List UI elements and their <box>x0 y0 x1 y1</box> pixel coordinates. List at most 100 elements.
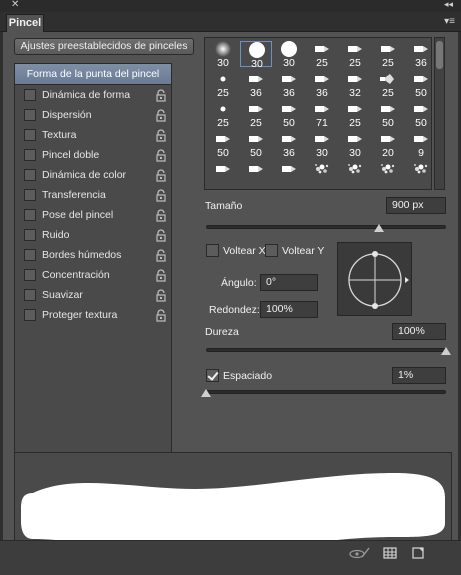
brush-tip-cell[interactable]: 30 <box>273 41 305 69</box>
list-header-brush-tip-shape[interactable]: Forma de la punta del pincel <box>15 64 171 85</box>
brush-tip-cell[interactable]: 30 <box>306 131 338 159</box>
brush-tip-cell[interactable]: 25 <box>207 101 239 129</box>
brush-tip-cell[interactable]: 50 <box>207 131 239 159</box>
brush-grid-scrollbar[interactable] <box>434 37 445 190</box>
brush-tip-cell[interactable]: 36 <box>405 41 431 69</box>
list-item[interactable]: Ruido <box>15 225 171 245</box>
flip-x-checkbox[interactable] <box>206 244 219 257</box>
brush-tip-cell[interactable]: 50 <box>405 71 431 99</box>
list-item-checkbox[interactable] <box>24 149 36 161</box>
lock-icon[interactable] <box>155 289 167 302</box>
list-item-checkbox[interactable] <box>24 129 36 141</box>
list-item-checkbox[interactable] <box>24 169 36 181</box>
brush-tip-cell[interactable]: 25 <box>339 101 371 129</box>
brush-tip-size: 32 <box>349 87 361 99</box>
hardness-field[interactable]: 100% <box>392 323 446 340</box>
list-item[interactable]: Pose del pincel <box>15 205 171 225</box>
brush-tip-cell[interactable]: 25 <box>306 41 338 69</box>
new-preset-icon[interactable] <box>411 547 425 559</box>
list-item[interactable]: Proteger textura <box>15 305 171 325</box>
spacing-slider-knob[interactable] <box>201 389 211 397</box>
brush-tip-cell[interactable]: 36 <box>273 71 305 99</box>
brush-tip-cell[interactable]: 30 <box>207 41 239 69</box>
lock-icon[interactable] <box>155 269 167 282</box>
brush-tip-cell[interactable]: 50 <box>405 101 431 129</box>
list-item[interactable]: Transferencia <box>15 185 171 205</box>
roundness-field[interactable]: 100% <box>260 301 318 318</box>
panel-menu-icon[interactable]: ▾≡ <box>444 16 455 27</box>
brush-tip-cell[interactable]: 25 <box>207 71 239 99</box>
list-item-checkbox[interactable] <box>24 109 36 121</box>
list-item-checkbox[interactable] <box>24 89 36 101</box>
brush-tip-cell[interactable]: 20 <box>372 131 404 159</box>
lock-icon[interactable] <box>155 249 167 262</box>
brush-tip-icon <box>273 41 305 57</box>
list-item-checkbox[interactable] <box>24 289 36 301</box>
list-item[interactable]: Dinámica de color <box>15 165 171 185</box>
list-item[interactable]: Pincel doble <box>15 145 171 165</box>
brush-tip-cell[interactable]: 32 <box>339 71 371 99</box>
size-field[interactable]: 900 px <box>386 197 446 214</box>
hardness-slider[interactable] <box>206 348 446 352</box>
lock-icon[interactable] <box>155 149 167 162</box>
brush-tip-cell[interactable]: 36 <box>306 71 338 99</box>
lock-icon[interactable] <box>155 109 167 122</box>
brush-tip-cell[interactable]: 71 <box>306 101 338 129</box>
brush-tip-cell[interactable] <box>240 161 272 187</box>
angle-field[interactable]: 0° <box>260 274 318 291</box>
angle-roundness-dial[interactable] <box>337 242 412 316</box>
list-item[interactable]: Suavizar <box>15 285 171 305</box>
spacing-slider[interactable] <box>206 390 446 394</box>
list-item-checkbox[interactable] <box>24 249 36 261</box>
brush-tip-cell[interactable]: 50 <box>273 101 305 129</box>
size-slider-knob[interactable] <box>373 224 384 232</box>
list-item-checkbox[interactable] <box>24 309 36 321</box>
brush-tip-cell[interactable]: 36 <box>273 131 305 159</box>
brush-tip-cell[interactable] <box>273 161 305 187</box>
lock-icon[interactable] <box>155 169 167 182</box>
close-icon[interactable]: ✕ <box>11 0 19 10</box>
brush-tip-cell[interactable] <box>372 161 404 187</box>
list-item-checkbox[interactable] <box>24 209 36 221</box>
lock-icon[interactable] <box>155 209 167 222</box>
brush-tip-cell[interactable]: 25 <box>372 41 404 69</box>
brush-tip-cell[interactable]: 25 <box>339 41 371 69</box>
collapse-icon[interactable]: ◂◂ <box>444 0 453 10</box>
flip-y-checkbox[interactable] <box>265 244 278 257</box>
grid-icon[interactable] <box>383 547 397 559</box>
lock-icon[interactable] <box>155 89 167 102</box>
size-slider[interactable] <box>206 225 446 229</box>
spacing-checkbox[interactable] <box>206 369 219 382</box>
brush-tip-cell[interactable] <box>306 161 338 187</box>
brush-tip-cell[interactable]: 30 <box>240 41 272 70</box>
list-item-checkbox[interactable] <box>24 189 36 201</box>
brush-tip-cell[interactable] <box>405 161 431 187</box>
brush-tip-cell[interactable]: 36 <box>240 71 272 99</box>
list-item[interactable]: Dispersión <box>15 105 171 125</box>
brush-tip-cell[interactable]: 50 <box>240 131 272 159</box>
lock-icon[interactable] <box>155 129 167 142</box>
lock-icon[interactable] <box>155 189 167 202</box>
brush-tip-icon <box>306 41 338 57</box>
list-item[interactable]: Dinámica de forma <box>15 85 171 105</box>
brush-tip-cell[interactable]: 25 <box>240 101 272 129</box>
hardness-slider-knob[interactable] <box>441 347 451 355</box>
brush-tip-cell[interactable] <box>339 161 371 187</box>
lock-icon[interactable] <box>155 229 167 242</box>
list-item-checkbox[interactable] <box>24 229 36 241</box>
brush-tip-cell[interactable] <box>207 161 239 187</box>
list-item[interactable]: Bordes húmedos <box>15 245 171 265</box>
list-item[interactable]: Concentración <box>15 265 171 285</box>
lock-icon[interactable] <box>155 309 167 322</box>
brush-tip-cell[interactable]: 50 <box>372 101 404 129</box>
brush-presets-button[interactable]: Ajustes preestablecidos de pinceles <box>14 38 194 55</box>
tab-pincel[interactable]: Pincel <box>6 14 44 32</box>
list-item[interactable]: Textura <box>15 125 171 145</box>
scroll-thumb[interactable] <box>436 41 443 69</box>
brush-tip-cell[interactable]: 9 <box>405 131 431 159</box>
spacing-field[interactable]: 1% <box>392 367 446 384</box>
brush-eye-icon[interactable] <box>348 547 370 559</box>
brush-tip-cell[interactable]: 25 <box>372 71 404 99</box>
list-item-checkbox[interactable] <box>24 269 36 281</box>
brush-tip-cell[interactable]: 30 <box>339 131 371 159</box>
